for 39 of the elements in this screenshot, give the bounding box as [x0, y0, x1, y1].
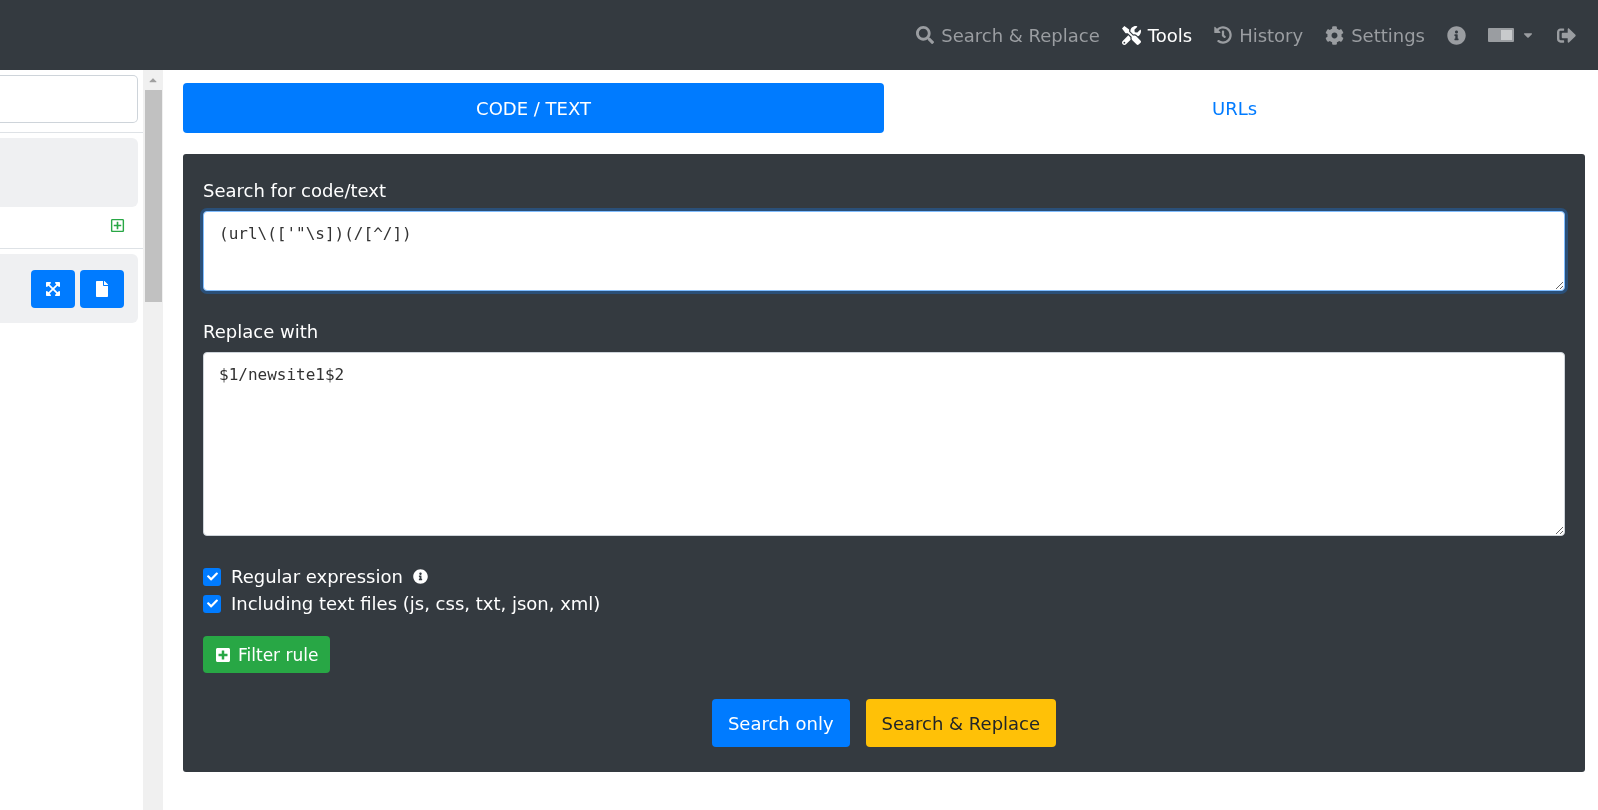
nav-icon-link[interactable] — [1488, 28, 1535, 42]
info-icon — [1447, 25, 1466, 45]
nav-link[interactable]: Tools — [1121, 24, 1193, 46]
filter-rule-button[interactable]: Filter rule — [203, 636, 331, 673]
file-icon — [94, 280, 110, 297]
scrollbar-thumb[interactable] — [144, 90, 162, 302]
field-label: Replace with — [203, 321, 320, 342]
resize-arrows-icon — [45, 280, 61, 297]
logout-icon — [1557, 25, 1576, 45]
history-icon — [1214, 26, 1233, 44]
checkbox-label: Including text files (js, css, txt, json, xml) — [231, 593, 601, 614]
translate-icon — [1488, 28, 1514, 42]
checkbox-label: Regular expression — [231, 566, 403, 587]
scrollbar[interactable] — [143, 70, 163, 810]
tab[interactable]: CODE / TEXT — [183, 83, 884, 133]
input-field[interactable] — [0, 75, 138, 123]
file-button[interactable] — [80, 269, 124, 308]
nav-icon-link[interactable] — [1447, 25, 1466, 45]
expand-button[interactable] — [31, 269, 75, 308]
replace-button[interactable]: Search & Replace — [865, 699, 1057, 747]
search-field[interactable]: (url\(['"\s])(/[^/]) — [203, 211, 1565, 291]
plus-icon — [215, 646, 231, 663]
search-icon — [916, 26, 935, 44]
field-label: Search for code/text — [203, 180, 388, 201]
checkbox[interactable] — [203, 594, 221, 613]
tab[interactable]: URLs — [884, 83, 1585, 133]
nav-link[interactable]: History — [1214, 24, 1304, 46]
replace-field[interactable]: $1/newsite1$2 — [203, 352, 1565, 536]
check-icon — [206, 598, 218, 609]
check-icon — [206, 571, 218, 582]
nav-icon-link[interactable] — [1557, 25, 1576, 45]
checkbox[interactable] — [203, 567, 221, 586]
settings-icon — [1325, 25, 1345, 45]
add-icon[interactable] — [110, 217, 125, 233]
nav-link[interactable]: Settings — [1325, 24, 1425, 46]
nav-link[interactable]: Search & Replace — [916, 24, 1100, 46]
tools-icon — [1121, 25, 1141, 45]
info-icon[interactable] — [412, 569, 428, 584]
search-button[interactable]: Search only — [711, 699, 850, 747]
